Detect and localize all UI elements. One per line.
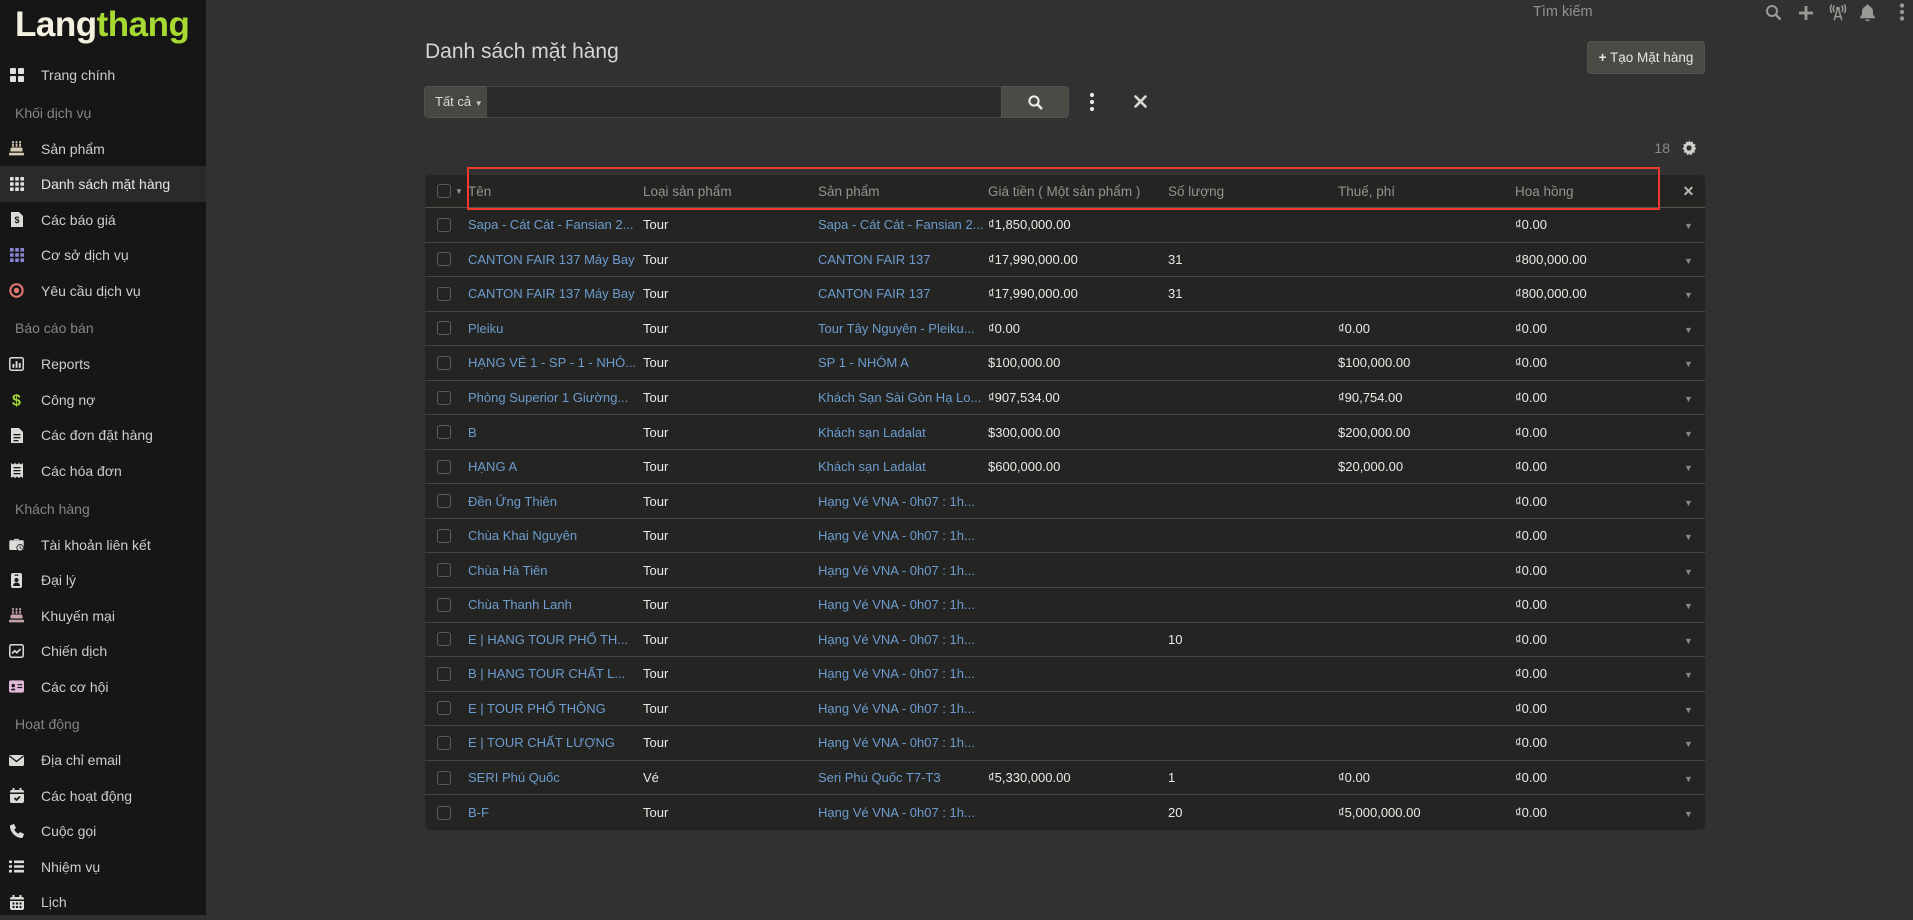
svg-text:$: $ — [12, 392, 21, 408]
svg-text:$: $ — [14, 215, 19, 225]
